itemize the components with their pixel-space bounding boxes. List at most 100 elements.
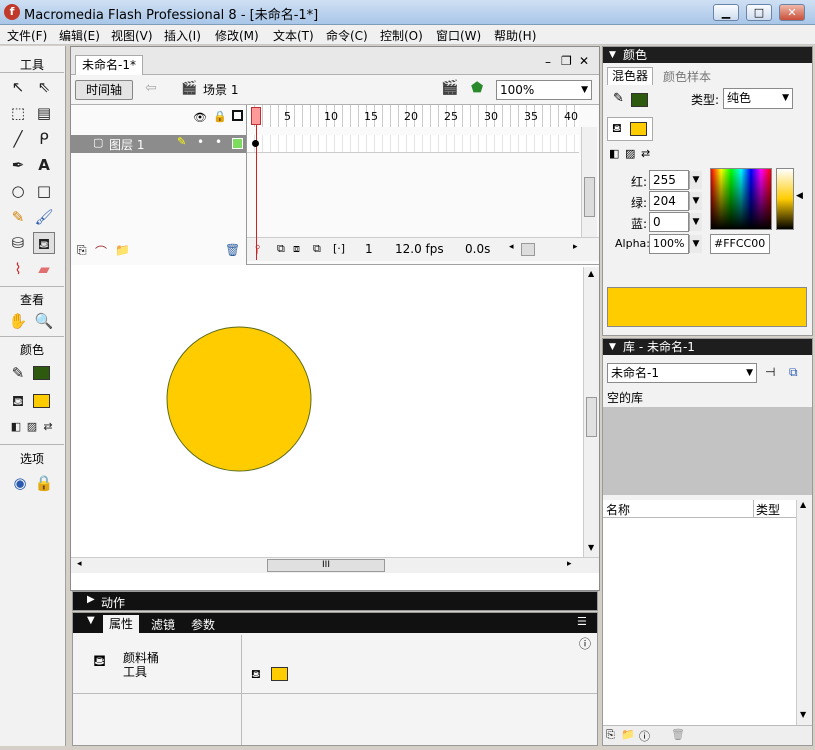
stage-hscroll-thumb[interactable]: III <box>267 559 385 572</box>
timeline-vscroll-thumb[interactable] <box>584 177 595 217</box>
tab-parameters[interactable]: 参数 <box>191 616 215 633</box>
visible-dot[interactable]: • <box>197 135 204 149</box>
green-dropdown-icon[interactable]: ▼ <box>689 192 702 210</box>
no-color-icon[interactable]: ▨ <box>625 147 635 160</box>
zoom-select[interactable]: 100% ▼ <box>496 80 592 100</box>
stage-vscroll[interactable]: ▲ ▼ <box>583 267 599 557</box>
new-symbol-icon[interactable]: ⎘ <box>606 728 615 742</box>
scroll-left-icon[interactable]: ◂ <box>509 242 514 252</box>
minimize-doc-icon[interactable]: – <box>545 55 551 69</box>
tab-properties[interactable]: 属性 <box>103 615 140 633</box>
layer-outline-color[interactable] <box>232 138 243 149</box>
hand-tool-icon[interactable]: ✋ <box>7 310 29 332</box>
close-button[interactable]: ✕ <box>779 4 805 21</box>
menu-modify[interactable]: 修改(M) <box>215 27 259 44</box>
menu-view[interactable]: 视图(V) <box>111 27 153 44</box>
paint-bucket-tool-icon[interactable]: ⛾ <box>33 232 55 254</box>
alpha-input[interactable]: 100% <box>649 234 689 254</box>
subselection-tool-icon[interactable]: ⇖ <box>33 76 55 98</box>
restore-doc-icon[interactable]: ❐ <box>561 54 572 68</box>
brightness-slider[interactable] <box>776 168 794 230</box>
menu-help[interactable]: 帮助(H) <box>494 27 536 44</box>
scroll-down-icon[interactable]: ▼ <box>588 543 594 552</box>
red-dropdown-icon[interactable]: ▼ <box>689 171 702 189</box>
ink-bottle-tool-icon[interactable]: ⛁ <box>7 232 29 254</box>
delete-layer-icon[interactable]: 🗑 <box>225 243 240 257</box>
menu-file[interactable]: 文件(F) <box>7 27 47 44</box>
delete-icon[interactable]: 🗑 <box>671 728 685 741</box>
tab-color-swatches[interactable]: 颜色样本 <box>663 68 711 85</box>
modify-markers-icon[interactable]: [·] <box>333 242 345 255</box>
edit-symbol-icon[interactable]: ⬟ <box>471 80 483 96</box>
playhead[interactable] <box>251 107 261 125</box>
collapse-triangle-icon[interactable]: ▼ <box>87 615 95 626</box>
stage-hscroll[interactable]: ◂ III ▸ <box>71 557 599 573</box>
edit-scene-icon[interactable]: 🎬 <box>441 80 458 96</box>
timeline-hscroll-thumb[interactable] <box>521 243 535 256</box>
pin-library-icon[interactable]: ⊣ <box>765 365 775 379</box>
eye-icon[interactable]: 👁 <box>193 111 207 124</box>
library-panel-header[interactable]: ▼ 库 - 未命名-1 <box>603 339 812 355</box>
fill-toggle[interactable]: ⛾ <box>607 117 653 141</box>
new-library-icon[interactable]: ⧉ <box>789 365 798 380</box>
zoom-tool-icon[interactable]: 🔍 <box>33 310 55 332</box>
stage-vscroll-thumb[interactable] <box>586 397 597 437</box>
free-transform-tool-icon[interactable]: ⬚ <box>7 102 29 124</box>
green-input[interactable]: 204 <box>649 191 689 211</box>
mixer-fill-swatch[interactable] <box>630 122 647 136</box>
lock-fill-icon[interactable]: 🔒 <box>33 472 55 494</box>
selection-tool-icon[interactable]: ↖ <box>7 76 29 98</box>
scroll-down-icon[interactable]: ▼ <box>800 710 806 719</box>
lock-dot[interactable]: • <box>215 135 222 149</box>
properties-icon[interactable]: ⓘ <box>639 728 650 744</box>
scroll-left-icon[interactable]: ◂ <box>77 559 82 569</box>
gap-size-icon[interactable]: ◉ <box>9 472 31 494</box>
black-white-icon[interactable]: ◧ <box>609 147 619 160</box>
pen-tool-icon[interactable]: ✒ <box>7 154 29 176</box>
pencil-tool-icon[interactable]: ✎ <box>7 206 29 228</box>
eraser-tool-icon[interactable]: ▰ <box>33 258 55 280</box>
add-motion-guide-icon[interactable]: ⌒ <box>95 243 107 260</box>
eyedropper-tool-icon[interactable]: ⌇ <box>7 258 29 280</box>
tab-filters[interactable]: 滤镜 <box>151 616 175 633</box>
actions-panel[interactable]: ▶ 动作 <box>72 591 598 611</box>
menu-window[interactable]: 窗口(W) <box>436 27 481 44</box>
menu-text[interactable]: 文本(T) <box>273 27 314 44</box>
new-folder-icon[interactable]: 📁 <box>621 728 635 741</box>
lasso-tool-icon[interactable]: ᑭ <box>33 128 55 150</box>
stroke-color-swatch[interactable] <box>33 366 50 380</box>
gradient-transform-tool-icon[interactable]: ▤ <box>33 102 55 124</box>
line-tool-icon[interactable]: ╱ <box>7 128 29 150</box>
scroll-right-icon[interactable]: ▸ <box>567 559 572 569</box>
layer-row[interactable]: ▢ 图层 1 ✎ • • <box>71 135 246 153</box>
col-name[interactable]: 名称 <box>606 501 630 518</box>
text-tool-icon[interactable]: A <box>33 154 55 176</box>
document-tab[interactable]: 未命名-1* <box>75 55 143 75</box>
outline-icon[interactable] <box>232 110 243 121</box>
color-panel-header[interactable]: ▼ 颜色 <box>603 47 812 63</box>
help-icon[interactable]: ⓘ <box>579 635 591 652</box>
tab-color-mixer[interactable]: 混色器 <box>607 67 654 85</box>
swap-colors-icon[interactable]: ⇄ <box>37 416 59 438</box>
insert-folder-icon[interactable]: 📁 <box>115 243 130 257</box>
lock-icon[interactable]: 🔒 <box>213 110 227 123</box>
menu-control[interactable]: 控制(O) <box>380 27 423 44</box>
hex-input[interactable]: #FFCC00 <box>710 234 770 254</box>
blue-dropdown-icon[interactable]: ▼ <box>689 213 702 231</box>
back-arrow-icon[interactable]: ⇦ <box>145 80 157 96</box>
timeline-toggle-button[interactable]: 时间轴 <box>75 80 133 100</box>
col-type[interactable]: 类型 <box>756 501 780 518</box>
swap-colors-icon[interactable]: ⇄ <box>641 147 650 160</box>
fill-color-swatch[interactable] <box>33 394 50 408</box>
maximize-button[interactable]: □ <box>746 4 772 21</box>
close-doc-icon[interactable]: ✕ <box>579 54 589 68</box>
keyframe-dot[interactable] <box>252 140 259 147</box>
minimize-button[interactable]: ▁ <box>713 4 739 21</box>
mixer-stroke-swatch[interactable] <box>631 93 648 107</box>
stage[interactable] <box>71 267 583 557</box>
options-menu-icon[interactable]: ☰ <box>577 615 587 628</box>
brush-tool-icon[interactable]: 🖌 <box>33 206 55 228</box>
alpha-dropdown-icon[interactable]: ▼ <box>689 235 702 253</box>
timeline-vscroll[interactable] <box>581 127 597 237</box>
props-fill-swatch[interactable] <box>271 667 288 681</box>
